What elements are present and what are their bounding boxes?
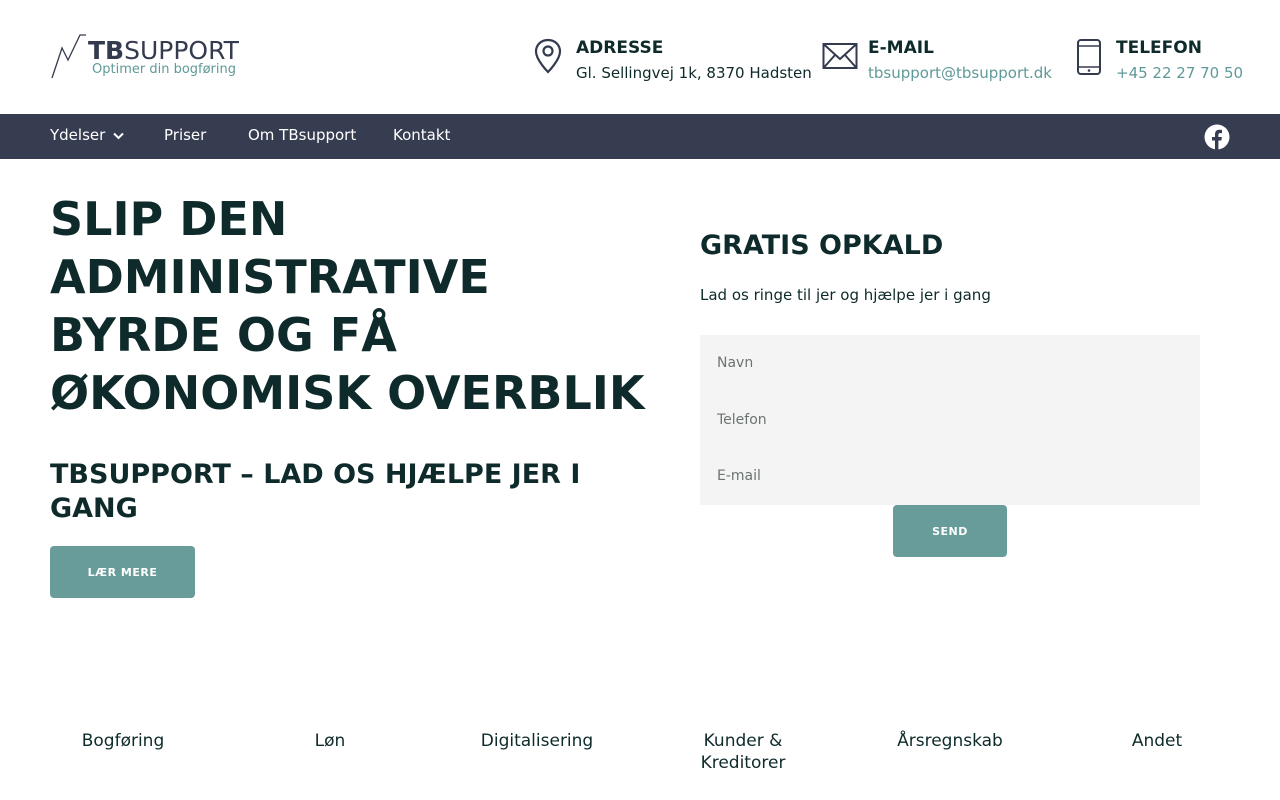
hero-title: SLIP DEN ADMINISTRATIVE BYRDE OG FÅ ØKON…	[50, 192, 645, 420]
contact-email: E-MAIL tbsupport@tbsupport.dk	[822, 38, 1052, 88]
logo[interactable]: TBSUPPORT Optimer din bogføring	[50, 34, 250, 82]
name-input[interactable]	[700, 335, 1200, 391]
contact-phone: TELEFON +45 22 27 70 50	[1076, 38, 1243, 88]
email-link[interactable]: tbsupport@tbsupport.dk	[868, 64, 1052, 82]
service-kunder-kreditorer[interactable]: Kunder & Kreditorer	[671, 730, 815, 774]
mobile-phone-icon	[1077, 39, 1101, 75]
service-bogforing[interactable]: Bogføring	[23, 730, 223, 752]
address-label: ADRESSE	[576, 38, 664, 58]
service-digitalisering[interactable]: Digitalisering	[437, 730, 637, 752]
hero-subtitle: TBSUPPORT – LAD OS HJÆLPE JER I GANG	[50, 459, 581, 524]
nav-item-ydelser[interactable]: Ydelser	[50, 126, 125, 144]
chevron-down-icon	[113, 132, 125, 139]
form-description: Lad os ringe til jer og hjælpe jer i gan…	[700, 286, 991, 304]
nav-item-priser[interactable]: Priser	[164, 126, 206, 144]
phone-input[interactable]	[700, 392, 1200, 448]
envelope-icon	[822, 43, 858, 69]
site-header: TBSUPPORT Optimer din bogføring ADRESSE …	[0, 0, 1280, 114]
logo-tagline: Optimer din bogføring	[92, 62, 237, 77]
logo-mark-icon	[51, 34, 86, 79]
map-pin-icon	[534, 38, 562, 74]
nav-item-label: Ydelser	[50, 126, 106, 144]
email-label: E-MAIL	[868, 38, 934, 58]
logo-title: TBSUPPORT	[88, 36, 239, 65]
service-andet[interactable]: Andet	[1057, 730, 1257, 752]
service-lon[interactable]: Løn	[230, 730, 430, 752]
callback-form	[700, 335, 1200, 505]
email-input[interactable]	[700, 448, 1200, 504]
form-title: GRATIS OPKALD	[700, 230, 944, 261]
phone-label: TELEFON	[1116, 38, 1202, 58]
nav-item-om-tbsupport[interactable]: Om TBsupport	[248, 126, 356, 144]
service-arsregnskab[interactable]: Årsregnskab	[850, 730, 1050, 752]
main-nav: Ydelser Priser Om TBsupport Kontakt	[0, 114, 1280, 159]
contact-address: ADRESSE Gl. Sellingvej 1k, 8370 Hadsten	[534, 38, 812, 88]
address-value: Gl. Sellingvej 1k, 8370 Hadsten	[576, 64, 812, 82]
facebook-icon[interactable]	[1204, 124, 1230, 150]
nav-item-kontakt[interactable]: Kontakt	[393, 126, 450, 144]
phone-link[interactable]: +45 22 27 70 50	[1116, 64, 1243, 82]
send-button[interactable]: SEND	[893, 505, 1007, 557]
learn-more-button[interactable]: LÆR MERE	[50, 546, 195, 598]
services-row: Bogføring Løn Digitalisering Kunder & Kr…	[0, 730, 1280, 790]
